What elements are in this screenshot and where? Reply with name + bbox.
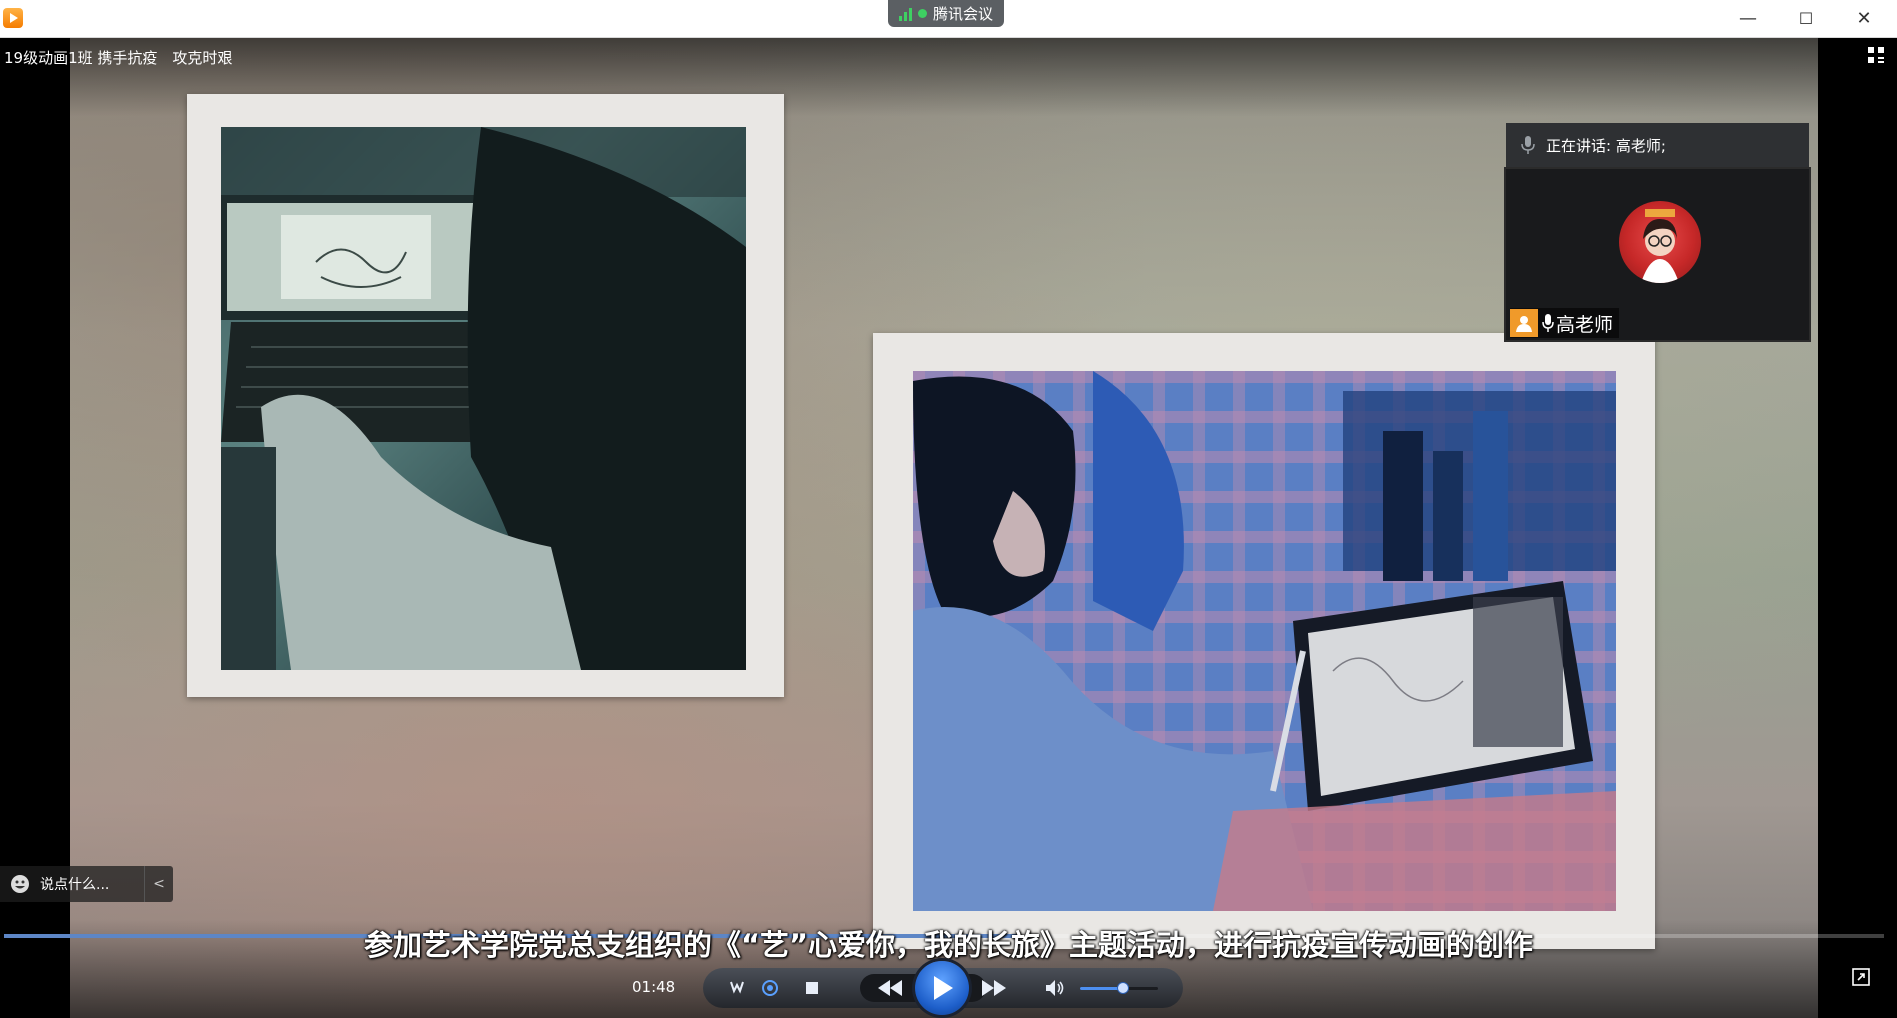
- play-button[interactable]: [915, 961, 969, 1015]
- maximize-button[interactable]: ☐: [1777, 0, 1835, 37]
- photo-student-laptop: [221, 127, 746, 670]
- volume-icon[interactable]: [1043, 976, 1067, 1000]
- danmaku-input-bar[interactable]: 说点什么... <: [0, 866, 173, 902]
- volume-slider[interactable]: [1080, 982, 1158, 994]
- loop-icon[interactable]: [725, 976, 749, 1000]
- participant-video-tile[interactable]: 高老师: [1504, 167, 1811, 342]
- title-bar: 腾讯会议 — ☐ ✕: [0, 0, 1897, 38]
- record-dot-icon: [917, 9, 927, 18]
- meeting-status-pill[interactable]: 腾讯会议: [888, 0, 1004, 27]
- emoji-icon[interactable]: [0, 866, 40, 902]
- avatar: [1619, 201, 1701, 283]
- signal-icon: [898, 7, 912, 21]
- person-icon: [1510, 309, 1538, 337]
- minimize-button[interactable]: —: [1719, 0, 1777, 37]
- playback-time: 01:48: [632, 978, 676, 996]
- app-logo-icon: [3, 8, 23, 28]
- microphone-icon: [1521, 136, 1535, 154]
- play-icon: [934, 976, 953, 1000]
- close-button[interactable]: ✕: [1835, 0, 1893, 37]
- photo-student-tablet: [913, 371, 1616, 911]
- danmaku-collapse-button[interactable]: <: [144, 866, 173, 902]
- active-speaker-bar: 正在讲话: 高老师;: [1506, 123, 1809, 167]
- participant-name-tag: 高老师: [1510, 308, 1620, 338]
- meeting-title: 19级动画1班 携手抗疫 攻克时艰: [4, 49, 233, 67]
- volume-knob[interactable]: [1116, 982, 1129, 994]
- meeting-app-label: 腾讯会议: [932, 5, 993, 23]
- rewind-icon[interactable]: [873, 976, 907, 1000]
- photo-frame-left: [187, 94, 784, 697]
- photo-frame-right: [873, 333, 1655, 949]
- stop-icon[interactable]: [800, 976, 824, 1000]
- media-controls: [703, 961, 1183, 1015]
- microphone-icon: [1542, 314, 1554, 332]
- participant-name: 高老师: [1556, 313, 1614, 336]
- grid-view-icon[interactable]: [1868, 47, 1884, 63]
- refresh-icon[interactable]: [758, 976, 782, 1000]
- video-subtitle: 参加艺术学院党总支组织的《“艺”心爱你，我的长旅》主题活动，进行抗疫宣传动画的创…: [363, 928, 1534, 962]
- danmaku-placeholder[interactable]: 说点什么...: [40, 874, 144, 894]
- fast-forward-icon[interactable]: [977, 976, 1011, 1000]
- speaking-status-label: 正在讲话: 高老师;: [1546, 136, 1666, 155]
- fullscreen-icon[interactable]: [1852, 968, 1870, 986]
